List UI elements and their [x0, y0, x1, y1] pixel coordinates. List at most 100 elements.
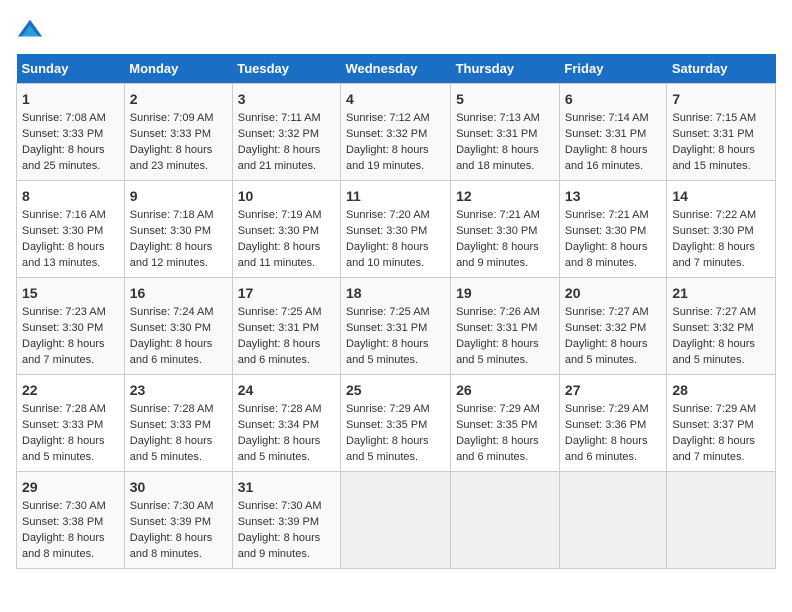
calendar-table: SundayMondayTuesdayWednesdayThursdayFrid…: [16, 54, 776, 569]
sunset-label: Sunset: 3:30 PM: [130, 322, 211, 334]
sunrise-label: Sunrise: 7:28 AM: [22, 403, 106, 415]
daylight-label: Daylight: 8 hours and 21 minutes.: [238, 144, 321, 172]
sunset-label: Sunset: 3:35 PM: [346, 419, 427, 431]
sunset-label: Sunset: 3:38 PM: [22, 516, 103, 528]
sunrise-label: Sunrise: 7:09 AM: [130, 112, 214, 124]
day-cell: 6Sunrise: 7:14 AMSunset: 3:31 PMDaylight…: [559, 84, 666, 181]
day-cell: 26Sunrise: 7:29 AMSunset: 3:35 PMDayligh…: [451, 375, 560, 472]
day-cell: 13Sunrise: 7:21 AMSunset: 3:30 PMDayligh…: [559, 181, 666, 278]
sunset-label: Sunset: 3:30 PM: [238, 225, 319, 237]
day-number: 4: [346, 89, 445, 109]
sunrise-label: Sunrise: 7:29 AM: [672, 403, 756, 415]
daylight-label: Daylight: 8 hours and 19 minutes.: [346, 144, 429, 172]
daylight-label: Daylight: 8 hours and 16 minutes.: [565, 144, 648, 172]
day-cell: 23Sunrise: 7:28 AMSunset: 3:33 PMDayligh…: [124, 375, 232, 472]
day-cell: 20Sunrise: 7:27 AMSunset: 3:32 PMDayligh…: [559, 278, 666, 375]
sunset-label: Sunset: 3:36 PM: [565, 419, 646, 431]
col-header-monday: Monday: [124, 54, 232, 84]
day-cell: 5Sunrise: 7:13 AMSunset: 3:31 PMDaylight…: [451, 84, 560, 181]
daylight-label: Daylight: 8 hours and 8 minutes.: [130, 532, 213, 560]
day-number: 7: [672, 89, 770, 109]
sunrise-label: Sunrise: 7:24 AM: [130, 306, 214, 318]
sunset-label: Sunset: 3:32 PM: [238, 128, 319, 140]
sunset-label: Sunset: 3:37 PM: [672, 419, 753, 431]
day-number: 13: [565, 186, 661, 206]
daylight-label: Daylight: 8 hours and 5 minutes.: [22, 435, 105, 463]
day-number: 3: [238, 89, 335, 109]
col-header-saturday: Saturday: [667, 54, 776, 84]
day-number: 12: [456, 186, 554, 206]
sunrise-label: Sunrise: 7:22 AM: [672, 209, 756, 221]
sunrise-label: Sunrise: 7:30 AM: [130, 500, 214, 512]
sunrise-label: Sunrise: 7:21 AM: [565, 209, 649, 221]
day-cell: 31Sunrise: 7:30 AMSunset: 3:39 PMDayligh…: [232, 472, 340, 569]
day-number: 18: [346, 283, 445, 303]
sunrise-label: Sunrise: 7:13 AM: [456, 112, 540, 124]
day-cell: 22Sunrise: 7:28 AMSunset: 3:33 PMDayligh…: [17, 375, 125, 472]
daylight-label: Daylight: 8 hours and 6 minutes.: [565, 435, 648, 463]
sunset-label: Sunset: 3:39 PM: [130, 516, 211, 528]
day-cell: 14Sunrise: 7:22 AMSunset: 3:30 PMDayligh…: [667, 181, 776, 278]
sunrise-label: Sunrise: 7:18 AM: [130, 209, 214, 221]
sunset-label: Sunset: 3:30 PM: [22, 225, 103, 237]
sunset-label: Sunset: 3:30 PM: [22, 322, 103, 334]
day-number: 14: [672, 186, 770, 206]
week-row-3: 15 Sunrise: 7:23 AM Sunset: 3:30 PM Dayligh…: [17, 278, 776, 375]
day-number: 20: [565, 283, 661, 303]
col-header-wednesday: Wednesday: [340, 54, 450, 84]
sunset-label: Sunset: 3:32 PM: [565, 322, 646, 334]
day-cell: 15 Sunrise: 7:23 AM Sunset: 3:30 PM Dayligh…: [17, 278, 125, 375]
daylight-label: Daylight: 8 hours and 5 minutes.: [565, 338, 648, 366]
day-cell: [667, 472, 776, 569]
sunrise-label: Sunrise: 7:27 AM: [672, 306, 756, 318]
sunrise-label: Sunrise: 7:23 AM: [22, 306, 106, 318]
logo-icon: [16, 16, 44, 44]
sunset-label: Sunset: 3:39 PM: [238, 516, 319, 528]
day-cell: 3 Sunrise: 7:11 AM Sunset: 3:32 PM Daylight…: [232, 84, 340, 181]
daylight-label: Daylight: 8 hours and 5 minutes.: [238, 435, 321, 463]
sunset-label: Sunset: 3:32 PM: [346, 128, 427, 140]
header-row: SundayMondayTuesdayWednesdayThursdayFrid…: [17, 54, 776, 84]
daylight-label: Daylight: 8 hours and 7 minutes.: [672, 435, 755, 463]
day-cell: 25Sunrise: 7:29 AMSunset: 3:35 PMDayligh…: [340, 375, 450, 472]
sunset-label: Sunset: 3:33 PM: [22, 419, 103, 431]
daylight-label: Daylight: 8 hours and 7 minutes.: [22, 338, 105, 366]
day-cell: 10Sunrise: 7:19 AMSunset: 3:30 PMDayligh…: [232, 181, 340, 278]
sunset-label: Sunset: 3:33 PM: [130, 419, 211, 431]
daylight-label: Daylight: 8 hours and 6 minutes.: [130, 338, 213, 366]
day-cell: 2Sunrise: 7:09 AMSunset: 3:33 PMDaylight…: [124, 84, 232, 181]
day-cell: 17Sunrise: 7:25 AMSunset: 3:31 PMDayligh…: [232, 278, 340, 375]
daylight-label: Daylight: 8 hours and 11 minutes.: [238, 241, 321, 269]
sunrise-label: Sunrise: 7:14 AM: [565, 112, 649, 124]
day-number: 19: [456, 283, 554, 303]
day-number: 28: [672, 380, 770, 400]
sunrise-label: Sunrise: 7:08 AM: [22, 112, 106, 124]
day-number: 15: [22, 283, 119, 303]
sunset-label: Sunset: 3:31 PM: [346, 322, 427, 334]
day-cell: 11Sunrise: 7:20 AMSunset: 3:30 PMDayligh…: [340, 181, 450, 278]
daylight-label: Daylight: 8 hours and 8 minutes.: [22, 532, 105, 560]
daylight-label: Daylight: 8 hours and 6 minutes.: [238, 338, 321, 366]
sunrise-label: Sunrise: 7:30 AM: [238, 500, 322, 512]
day-cell: 19Sunrise: 7:26 AMSunset: 3:31 PMDayligh…: [451, 278, 560, 375]
day-number: 30: [130, 477, 227, 497]
col-header-thursday: Thursday: [451, 54, 560, 84]
day-number: 25: [346, 380, 445, 400]
sunrise-label: Sunrise: 7:20 AM: [346, 209, 430, 221]
day-number: 8: [22, 186, 119, 206]
logo: [16, 16, 48, 44]
sunrise-label: Sunrise: 7:11 AM: [238, 112, 321, 124]
daylight-label: Daylight: 8 hours and 6 minutes.: [456, 435, 539, 463]
sunset-label: Sunset: 3:31 PM: [456, 322, 537, 334]
day-number: 9: [130, 186, 227, 206]
day-cell: 28 Sunrise: 7:29 AM Sunset: 3:37 PM Dayligh…: [667, 375, 776, 472]
daylight-label: Daylight: 8 hours and 5 minutes.: [346, 338, 429, 366]
page-header: [16, 16, 776, 44]
sunrise-label: Sunrise: 7:29 AM: [565, 403, 649, 415]
day-number: 23: [130, 380, 227, 400]
day-cell: 12Sunrise: 7:21 AMSunset: 3:30 PMDayligh…: [451, 181, 560, 278]
day-number: 26: [456, 380, 554, 400]
sunrise-label: Sunrise: 7:29 AM: [456, 403, 540, 415]
col-header-friday: Friday: [559, 54, 666, 84]
sunset-label: Sunset: 3:30 PM: [130, 225, 211, 237]
